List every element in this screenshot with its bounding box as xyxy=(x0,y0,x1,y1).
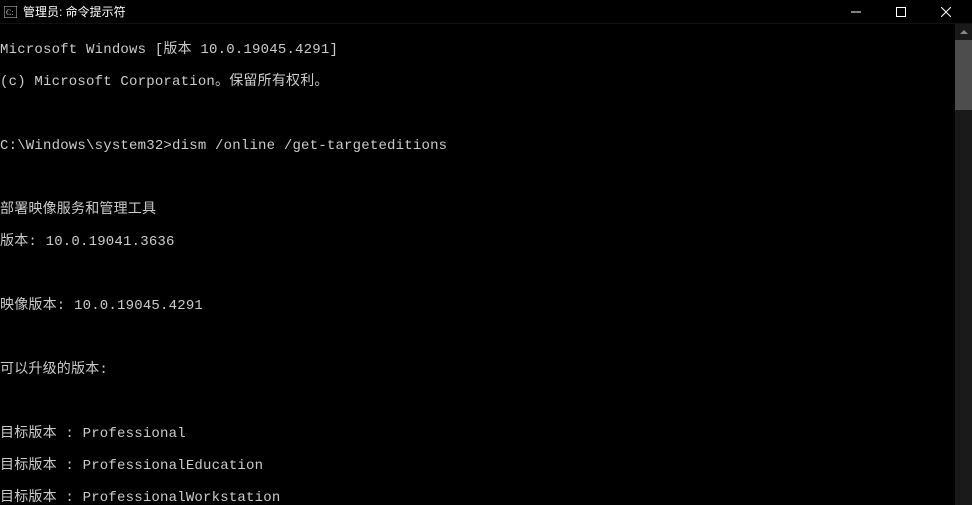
maximize-button[interactable] xyxy=(878,0,923,24)
minimize-button[interactable] xyxy=(833,0,878,24)
terminal-output[interactable]: Microsoft Windows [版本 10.0.19045.4291] (… xyxy=(0,24,955,505)
output-line: 版本: 10.0.19041.3636 xyxy=(0,234,955,250)
output-line: Microsoft Windows [版本 10.0.19045.4291] xyxy=(0,42,955,58)
output-line xyxy=(0,106,955,122)
cmd-icon: C: xyxy=(4,5,17,18)
output-line xyxy=(0,330,955,346)
output-line: 部署映像服务和管理工具 xyxy=(0,202,955,218)
scroll-up-arrow-icon[interactable] xyxy=(955,24,972,40)
output-line: 映像版本: 10.0.19045.4291 xyxy=(0,298,955,314)
output-line xyxy=(0,170,955,186)
window-title: 管理员: 命令提示符 xyxy=(23,3,833,20)
cmd-window: C: 管理员: 命令提示符 Microsoft Windows [版本 10.0… xyxy=(0,0,972,505)
output-line xyxy=(0,266,955,282)
output-line xyxy=(0,394,955,410)
titlebar[interactable]: C: 管理员: 命令提示符 xyxy=(0,0,972,24)
output-line: 可以升级的版本: xyxy=(0,362,955,378)
prompt-line: C:\Windows\system32>dism /online /get-ta… xyxy=(0,138,955,154)
content-area: Microsoft Windows [版本 10.0.19045.4291] (… xyxy=(0,24,972,505)
scroll-thumb[interactable] xyxy=(955,40,972,110)
output-line: 目标版本 : Professional xyxy=(0,426,955,442)
output-line: (c) Microsoft Corporation。保留所有权利。 xyxy=(0,74,955,90)
output-line: 目标版本 : ProfessionalEducation xyxy=(0,458,955,474)
titlebar-buttons xyxy=(833,0,968,24)
svg-text:C:: C: xyxy=(6,8,14,17)
vertical-scrollbar[interactable] xyxy=(955,24,972,505)
output-line: 目标版本 : ProfessionalWorkstation xyxy=(0,490,955,505)
close-button[interactable] xyxy=(923,0,968,24)
